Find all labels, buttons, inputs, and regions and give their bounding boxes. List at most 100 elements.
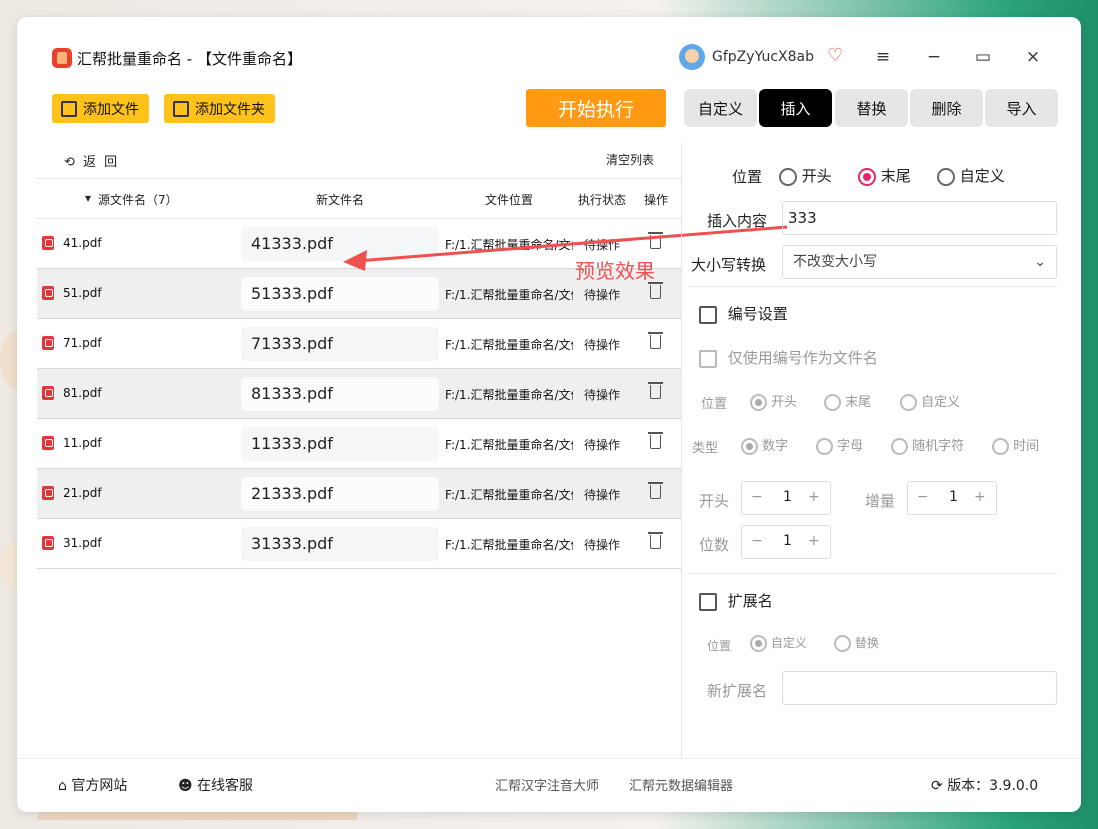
- clear-list-button[interactable]: 清空列表: [606, 151, 654, 168]
- tab-insert[interactable]: 插入: [759, 89, 832, 127]
- add-file-button[interactable]: 添加文件: [52, 94, 149, 123]
- status-text: 待操作: [584, 438, 621, 452]
- vip-diamond-icon[interactable]: ♡: [827, 45, 843, 66]
- trash-icon[interactable]: [648, 282, 663, 299]
- plus-icon[interactable]: +: [974, 489, 986, 505]
- header-source[interactable]: 源文件名（7）: [98, 191, 178, 208]
- menu-icon[interactable]: ≡: [871, 45, 895, 69]
- trash-icon[interactable]: [648, 532, 663, 549]
- new-ext-input[interactable]: [782, 671, 1057, 705]
- table-row[interactable]: 31.pdf 31333.pdf F:/1.汇帮批量重命名/文件 待操作: [37, 519, 681, 569]
- app-title: 汇帮批量重命名 - 【文件重命名】: [77, 50, 302, 68]
- option-label: 时间: [1013, 439, 1040, 454]
- pdf-file-icon: [42, 386, 54, 400]
- option-label: 自定义: [959, 167, 1005, 185]
- checkbox-icon: [699, 305, 717, 324]
- file-path: F:/1.汇帮批量重命名/文件: [445, 288, 573, 302]
- num-position-end[interactable]: 末尾: [824, 391, 871, 411]
- maximize-icon[interactable]: ▭: [971, 45, 995, 69]
- trash-icon[interactable]: [648, 482, 663, 499]
- option-label: 开头: [771, 395, 798, 410]
- numbering-checkbox[interactable]: 编号设置: [699, 303, 788, 324]
- minus-icon[interactable]: −: [917, 489, 929, 505]
- position-label: 位置: [732, 168, 763, 186]
- digits-value: 1: [783, 533, 792, 549]
- num-position-custom[interactable]: 自定义: [900, 391, 960, 411]
- close-icon[interactable]: ×: [1021, 45, 1045, 69]
- radio-selected-icon: [741, 438, 758, 455]
- sort-icon[interactable]: ▾: [85, 191, 91, 205]
- version-info[interactable]: ⟳ 版本：3.9.0.0: [931, 775, 1038, 795]
- pdf-file-icon: [42, 336, 54, 350]
- background-decoration: [38, 812, 358, 820]
- insert-content-value: 333: [788, 209, 817, 227]
- type-time[interactable]: 时间: [992, 435, 1039, 455]
- ext-custom-option[interactable]: 自定义: [750, 634, 807, 652]
- minimize-icon[interactable]: −: [922, 45, 946, 69]
- only-number-label: 仅使用编号作为文件名: [727, 349, 878, 367]
- link-metadata[interactable]: 汇帮元数据编辑器: [629, 775, 733, 794]
- tab-import[interactable]: 导入: [985, 89, 1058, 127]
- digits-stepper[interactable]: − 1 +: [741, 525, 831, 559]
- tab-replace[interactable]: 替换: [835, 89, 908, 127]
- tab-delete[interactable]: 删除: [910, 89, 983, 127]
- back-button[interactable]: ⟲ 返 回: [64, 151, 119, 170]
- position-custom-option[interactable]: 自定义: [937, 165, 1005, 186]
- support-link[interactable]: ☻ 在线客服: [178, 775, 253, 795]
- type-number[interactable]: 数字: [741, 435, 788, 455]
- trash-icon[interactable]: [648, 432, 663, 449]
- insert-content-input[interactable]: 333: [782, 201, 1057, 235]
- status-text: 待操作: [584, 338, 621, 352]
- table-row[interactable]: 71.pdf 71333.pdf F:/1.汇帮批量重命名/文件 待操作: [37, 319, 681, 369]
- type-label: 类型: [692, 441, 719, 456]
- pdf-file-icon: [42, 486, 54, 500]
- file-path: F:/1.汇帮批量重命名/文件: [445, 538, 573, 552]
- link-pinyin[interactable]: 汇帮汉字注音大师: [495, 775, 599, 794]
- source-filename: 71.pdf: [63, 336, 102, 350]
- table-row[interactable]: 81.pdf 81333.pdf F:/1.汇帮批量重命名/文件 待操作: [37, 369, 681, 419]
- table-row[interactable]: 11.pdf 11333.pdf F:/1.汇帮批量重命名/文件 待操作: [37, 419, 681, 469]
- plus-icon[interactable]: +: [808, 533, 820, 549]
- table-row[interactable]: 21.pdf 21333.pdf F:/1.汇帮批量重命名/文件 待操作: [37, 469, 681, 519]
- option-label: 末尾: [845, 395, 872, 410]
- option-label: 自定义: [921, 395, 961, 410]
- trash-icon[interactable]: [648, 332, 663, 349]
- position-start-option[interactable]: 开头: [779, 165, 832, 186]
- increment-stepper[interactable]: − 1 +: [907, 481, 997, 515]
- insert-content-label: 插入内容: [707, 212, 768, 230]
- increment-value: 1: [949, 489, 958, 505]
- type-letter[interactable]: 字母: [816, 435, 863, 455]
- tab-custom[interactable]: 自定义: [684, 89, 757, 127]
- table-header: ▾ 源文件名（7） 新文件名 文件位置 执行状态 操作: [37, 178, 681, 219]
- status-text: 待操作: [584, 488, 621, 502]
- type-random[interactable]: 随机字符: [891, 435, 964, 455]
- option-label: 字母: [837, 439, 864, 454]
- option-label: 数字: [762, 439, 789, 454]
- username[interactable]: GfpZyYucX8ab: [712, 49, 814, 65]
- add-folder-button[interactable]: 添加文件夹: [164, 94, 275, 123]
- ext-replace-option[interactable]: 替换: [834, 634, 879, 652]
- chevron-down-icon: ⌄: [1034, 254, 1046, 270]
- start-button[interactable]: 开始执行: [526, 89, 666, 127]
- only-number-checkbox[interactable]: 仅使用编号作为文件名: [699, 347, 878, 368]
- new-filename: 11333.pdf: [241, 427, 439, 461]
- title-bar: 汇帮批量重命名 - 【文件重命名】 GfpZyYucX8ab ♡ ≡ − ▭ ×: [17, 17, 1081, 81]
- version-label: 版本：3.9.0.0: [947, 778, 1039, 794]
- trash-icon[interactable]: [648, 382, 663, 399]
- case-value: 不改变大小写: [793, 254, 877, 270]
- start-stepper[interactable]: − 1 +: [741, 481, 831, 515]
- website-link[interactable]: ⌂ 官方网站: [58, 775, 127, 795]
- case-select[interactable]: 不改变大小写 ⌄: [782, 245, 1057, 279]
- app-window: 汇帮批量重命名 - 【文件重命名】 GfpZyYucX8ab ♡ ≡ − ▭ ×…: [17, 17, 1081, 812]
- avatar[interactable]: [679, 44, 705, 70]
- position-end-option[interactable]: 末尾: [858, 165, 911, 186]
- trash-icon[interactable]: [648, 232, 663, 249]
- num-position-start[interactable]: 开头: [750, 391, 797, 411]
- file-path: F:/1.汇帮批量重命名/文件: [445, 388, 573, 402]
- minus-icon[interactable]: −: [751, 533, 763, 549]
- extension-checkbox[interactable]: 扩展名: [699, 590, 773, 611]
- minus-icon[interactable]: −: [751, 489, 763, 505]
- plus-icon[interactable]: +: [808, 489, 820, 505]
- source-filename: 51.pdf: [63, 286, 102, 300]
- option-label: 随机字符: [912, 439, 965, 454]
